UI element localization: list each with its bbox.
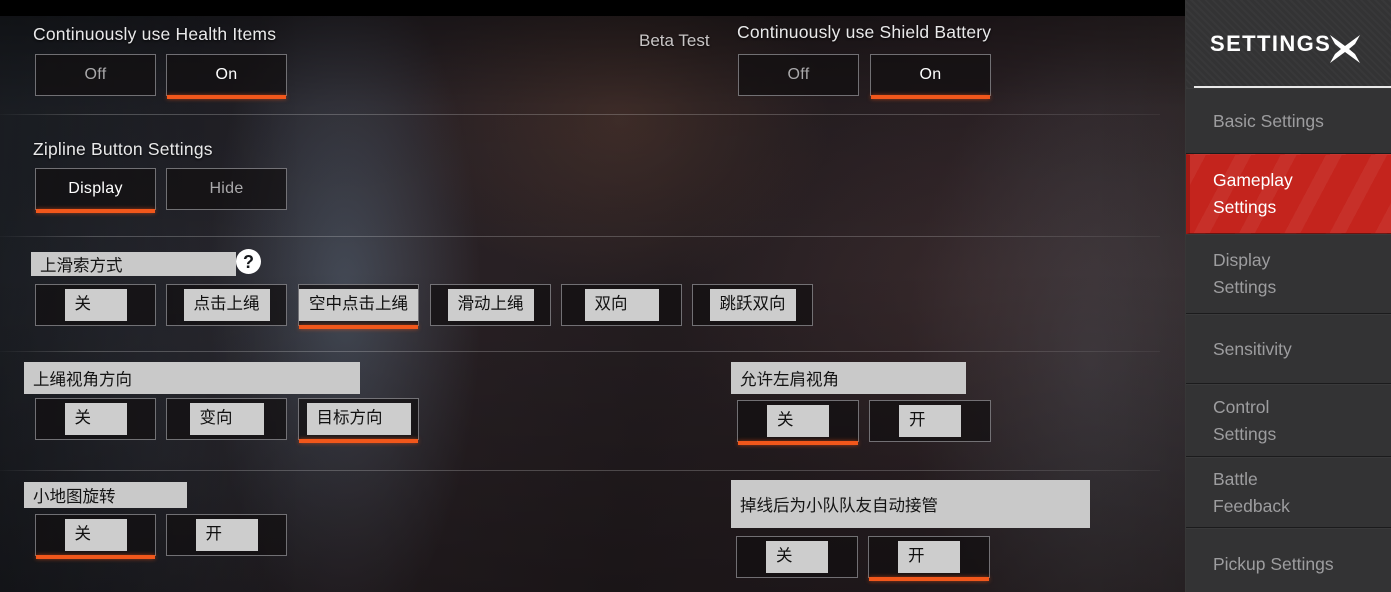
setting-title-zipline-mount-method: 上滑索方式 [31,252,236,276]
option-label: 目标方向 [306,403,411,435]
option-zipline-mount-air-tap[interactable]: 空中点击上绳 [298,284,419,329]
sidebar-item-pickup-settings[interactable]: Pickup Settings [1186,528,1391,592]
setting-title-zipline-button-settings: Zipline Button Settings [33,139,213,159]
option-label: 点击上绳 [183,289,270,321]
option-zipline-mount-bidirectional[interactable]: 双向 [561,284,682,326]
option-zipline-mount-swipe[interactable]: 滑动上绳 [430,284,551,326]
sidebar-item-label-line1: Gameplay [1213,170,1293,191]
section-divider [0,114,1160,115]
sidebar-item-label: Sensitivity [1213,338,1292,359]
sidebar-item-battle-feedback[interactable]: Battle Feedback [1186,457,1391,528]
option-health-items-off[interactable]: Off [35,54,156,96]
option-label: On [919,66,942,83]
option-label: 滑动上绳 [447,289,534,321]
close-x-icon[interactable] [1327,33,1363,65]
section-divider [0,236,1160,237]
option-label: Off [84,66,107,83]
settings-sidebar: SETTINGS Basic Settings Gameplay Setting… [1185,0,1391,592]
option-label: 关 [64,289,127,321]
option-label: 跳跃双向 [709,289,796,321]
option-zipline-button-hide[interactable]: Hide [166,168,287,210]
option-shield-battery-off[interactable]: Off [738,54,859,96]
option-label: 关 [64,519,127,551]
option-zipline-mount-tap[interactable]: 点击上绳 [166,284,287,326]
option-zipline-camera-change[interactable]: 变向 [166,398,287,440]
setting-title-continuously-use-health-items: Continuously use Health Items [33,24,277,44]
option-minimap-rotation-off[interactable]: 关 [35,514,156,559]
sidebar-item-basic-settings[interactable]: Basic Settings [1186,88,1391,154]
option-label: 关 [766,541,828,573]
sidebar-title: SETTINGS [1210,31,1332,56]
option-shield-battery-on[interactable]: On [870,54,991,99]
setting-title-zipline-camera-direction: 上绳视角方向 [24,362,360,394]
option-left-shoulder-on[interactable]: 开 [869,400,991,442]
option-label: 开 [898,541,960,573]
sidebar-item-label-line1: Display [1213,250,1271,271]
option-label: 开 [195,519,258,551]
setting-title-continuously-use-shield-battery: Continuously use Shield Battery [737,22,992,42]
option-auto-takeover-on[interactable]: 开 [868,536,990,581]
sidebar-item-label-line2: Settings [1213,423,1277,444]
option-zipline-camera-target[interactable]: 目标方向 [298,398,419,443]
sidebar-item-label: Pickup Settings [1213,553,1334,574]
settings-screen: Continuously use Health Items Off On Bet… [0,0,1391,592]
option-zipline-camera-off[interactable]: 关 [35,398,156,440]
option-label: 双向 [584,289,659,321]
section-divider [0,470,1160,471]
sidebar-header: SETTINGS [1186,0,1391,88]
option-label: Hide [209,180,244,197]
sidebar-item-sensitivity[interactable]: Sensitivity [1186,314,1391,384]
beta-test-label: Beta Test [639,31,710,50]
option-zipline-mount-jump-bidirectional[interactable]: 跳跃双向 [692,284,813,326]
setting-title-auto-takeover-on-disconnect: 掉线后为小队队友自动接管 [731,480,1090,528]
option-zipline-button-display[interactable]: Display [35,168,156,213]
option-label: Off [787,66,810,83]
option-label: 空中点击上绳 [299,289,418,321]
sidebar-item-label-line2: Settings [1213,277,1277,297]
sidebar-item-label-line2: Feedback [1213,495,1290,516]
option-health-items-on[interactable]: On [166,54,287,99]
sidebar-item-display-settings[interactable]: Display Settings [1186,234,1391,314]
setting-title-minimap-rotation: 小地图旋转 [24,482,187,508]
option-auto-takeover-off[interactable]: 关 [736,536,858,578]
settings-content-pane: Continuously use Health Items Off On Bet… [0,0,1186,592]
option-label: 变向 [189,403,264,435]
sidebar-item-gameplay-settings[interactable]: Gameplay Settings [1186,154,1391,234]
setting-title-allow-left-shoulder-view: 允许左肩视角 [731,362,966,394]
sidebar-item-label-line1: Control [1213,396,1270,417]
option-label: 关 [767,405,829,437]
option-label: 关 [64,403,127,435]
sidebar-item-label: Basic Settings [1213,110,1324,131]
question-mark-icon[interactable]: ? [236,249,261,274]
option-label: Display [68,180,123,197]
sidebar-item-control-settings[interactable]: Control Settings [1186,384,1391,457]
option-left-shoulder-off[interactable]: 关 [737,400,859,445]
option-label: 开 [899,405,961,437]
option-label: On [215,66,238,83]
section-divider [0,351,1160,352]
option-zipline-mount-off[interactable]: 关 [35,284,156,326]
sidebar-item-label-line1: Battle [1213,468,1258,489]
sidebar-item-label-line2: Settings [1213,197,1277,217]
option-minimap-rotation-on[interactable]: 开 [166,514,287,556]
